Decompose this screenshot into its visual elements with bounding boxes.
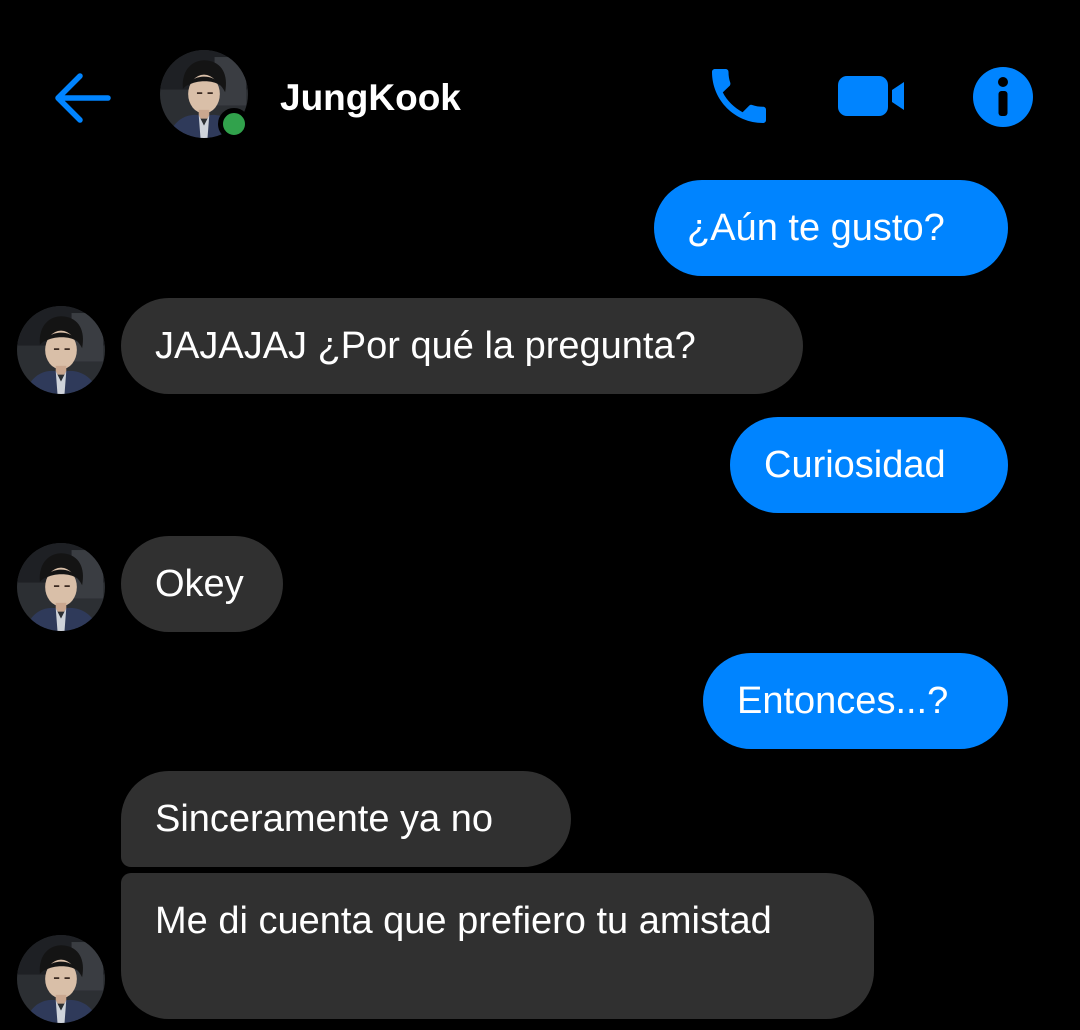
conversation-info-button[interactable] (970, 64, 1036, 130)
incoming-message[interactable]: Okey (121, 536, 283, 632)
incoming-message[interactable]: JAJAJAJ ¿Por qué la pregunta? (121, 298, 803, 394)
incoming-message[interactable]: Me di cuenta que prefiero tu amistad (121, 873, 874, 1019)
back-button[interactable] (50, 68, 114, 128)
video-camera-icon[interactable] (834, 66, 912, 126)
info-icon[interactable] (970, 64, 1036, 130)
voice-call-button[interactable] (702, 60, 776, 132)
outgoing-message[interactable]: Entonces...? (703, 653, 1008, 749)
online-status-dot (218, 108, 250, 140)
avatar[interactable] (17, 306, 105, 394)
contact-avatar[interactable] (160, 50, 250, 140)
phone-icon[interactable] (702, 60, 776, 132)
outgoing-message[interactable]: ¿Aún te gusto? (654, 180, 1008, 276)
avatar[interactable] (17, 935, 105, 1023)
back-arrow-icon[interactable] (50, 68, 114, 128)
incoming-message[interactable]: Sinceramente ya no (121, 771, 571, 867)
avatar[interactable] (17, 543, 105, 631)
chat-header: JungKook (0, 0, 1080, 190)
video-call-button[interactable] (834, 66, 912, 126)
outgoing-message[interactable]: Curiosidad (730, 417, 1008, 513)
contact-name[interactable]: JungKook (280, 74, 461, 122)
